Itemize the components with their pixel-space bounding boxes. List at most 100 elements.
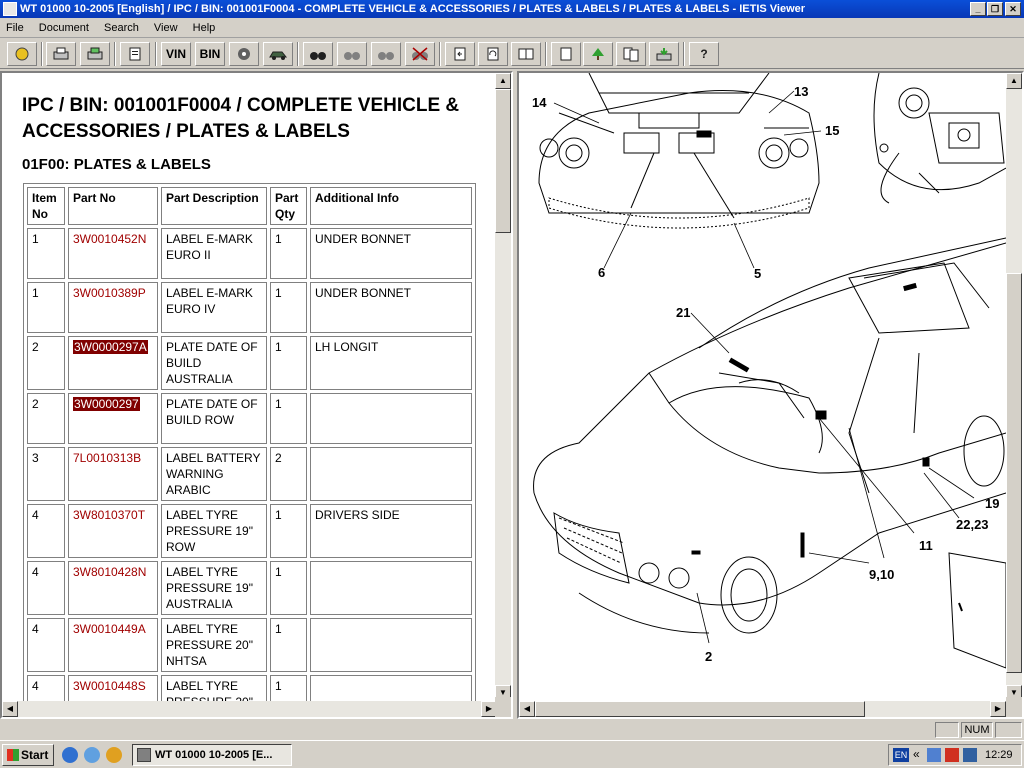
- search-previous-button[interactable]: [337, 42, 367, 66]
- additional-info-cell: [310, 393, 472, 444]
- app-icon: [3, 2, 17, 16]
- close-button[interactable]: ✕: [1005, 2, 1021, 16]
- undo-button[interactable]: [478, 42, 508, 66]
- binoculars-icon: [310, 52, 326, 60]
- part-no-link[interactable]: 7L0010313B: [73, 451, 141, 465]
- additional-info-cell: LH LONGIT: [310, 336, 472, 390]
- restore-button[interactable]: ❐: [987, 2, 1003, 16]
- part-qty-cell: 1: [270, 336, 307, 390]
- leader-lines: [553, 90, 975, 644]
- menu-search[interactable]: Search: [98, 18, 145, 38]
- illustration-vertical-scrollbar[interactable]: ▲ ▼: [1006, 73, 1022, 701]
- callout-label: 6: [598, 265, 606, 280]
- part-description-cell: LABEL TYRE PRESSURE 19" AUSTRALIA: [161, 561, 267, 615]
- additional-info-cell: [310, 561, 472, 615]
- vehicle-illustration[interactable]: [519, 73, 1006, 701]
- help-button[interactable]: ?: [689, 42, 719, 66]
- part-no-link[interactable]: 3W8010370T: [73, 508, 145, 522]
- page-button[interactable]: [551, 42, 581, 66]
- language-indicator[interactable]: EN: [893, 748, 909, 762]
- display-icon[interactable]: [963, 748, 977, 762]
- part-no-link[interactable]: 3W0010448S: [73, 679, 146, 693]
- table-header-row: Item No Part No Part Description Part Qt…: [27, 187, 472, 225]
- status-panel: [935, 722, 959, 738]
- parts-vertical-scrollbar[interactable]: ▲ ▼: [495, 73, 511, 701]
- windows-logo-icon: [7, 749, 19, 761]
- start-label: Start: [21, 748, 49, 762]
- clipboard-icon: [129, 47, 141, 61]
- part-no-link[interactable]: 3W8010428N: [73, 565, 146, 579]
- part-description-cell: LABEL E-MARK EURO IV: [161, 282, 267, 333]
- title-bar: WT 01000 10-2005 [English] / IPC / BIN: …: [0, 0, 1024, 18]
- part-description-cell: LABEL TYRE PRESSURE 19" ROW: [161, 504, 267, 558]
- search-next-button[interactable]: [371, 42, 401, 66]
- globe-icon: [15, 47, 29, 61]
- scroll-right-arrow-icon[interactable]: ▶: [990, 701, 1006, 717]
- print-preview-button[interactable]: [80, 42, 110, 66]
- back-button[interactable]: [445, 42, 475, 66]
- callout-label: 14: [532, 95, 547, 110]
- tree-button[interactable]: [583, 42, 613, 66]
- scroll-left-arrow-icon[interactable]: ◀: [519, 701, 535, 717]
- minimize-button[interactable]: _: [970, 2, 986, 16]
- scroll-left-arrow-icon[interactable]: ◀: [2, 701, 18, 717]
- app-icon: [137, 748, 151, 762]
- menu-help[interactable]: Help: [187, 18, 222, 38]
- table-row[interactable]: 1 3W0010452N LABEL E-MARK EURO II 1 UNDER BO…: [27, 228, 472, 279]
- menu-view[interactable]: View: [148, 18, 184, 38]
- illustration-pane: 14 13 15 6 5 21 11 19 22,23 9,10 2 ▲ ▼ ◀…: [517, 71, 1024, 719]
- scroll-up-arrow-icon[interactable]: ▲: [495, 73, 511, 89]
- table-row[interactable]: 4 3W0010449A LABEL TYRE PRESSURE 20" NHTSA…: [27, 618, 472, 672]
- bin-button[interactable]: BIN: [195, 42, 225, 66]
- table-row[interactable]: 4 3W8010370T LABEL TYRE PRESSURE 19" ROW 1 D…: [27, 504, 472, 558]
- additional-info-cell: [310, 618, 472, 672]
- table-row[interactable]: 1 3W0010389P LABEL E-MARK EURO IV 1 UNDER BO…: [27, 282, 472, 333]
- printer-icon: [87, 47, 103, 60]
- part-qty-cell: 1: [270, 393, 307, 444]
- book-button[interactable]: [511, 42, 541, 66]
- internet-explorer-icon[interactable]: [62, 747, 78, 763]
- table-row[interactable]: 3 7L0010313B LABEL BATTERY WARNING ARABIC 2: [27, 447, 472, 501]
- start-button[interactable]: Start: [2, 744, 54, 766]
- scroll-thumb[interactable]: [535, 701, 865, 717]
- table-row[interactable]: 2 3W0000297A PLATE DATE OF BUILD AUSTRALIA…: [27, 336, 472, 390]
- column-header: Item No: [27, 187, 65, 225]
- scroll-up-arrow-icon[interactable]: ▲: [1006, 73, 1022, 89]
- illustration-horizontal-scrollbar[interactable]: ◀ ▶: [519, 701, 1006, 717]
- print-button[interactable]: [46, 42, 76, 66]
- tray-expand-icon[interactable]: «: [913, 747, 920, 761]
- properties-button[interactable]: [120, 42, 150, 66]
- menu-file[interactable]: File: [0, 18, 30, 38]
- network-icon[interactable]: [927, 748, 941, 762]
- parts-horizontal-scrollbar[interactable]: ◀ ▶: [2, 701, 497, 717]
- table-row[interactable]: 4 3W0010448S LABEL TYRE PRESSURE 20" ROW1: [27, 675, 472, 701]
- table-row[interactable]: 2 3W0000297 PLATE DATE OF BUILD ROW 1: [27, 393, 472, 444]
- table-row[interactable]: 4 3W8010428N LABEL TYRE PRESSURE 19" AUSTR…: [27, 561, 472, 615]
- column-header: Part Description: [161, 187, 267, 225]
- pages-button[interactable]: [616, 42, 646, 66]
- settings-button[interactable]: [229, 42, 259, 66]
- media-player-icon[interactable]: [106, 747, 122, 763]
- explorer-icon[interactable]: [84, 747, 100, 763]
- export-button[interactable]: [649, 42, 679, 66]
- part-no-link[interactable]: 3W0000297: [73, 397, 140, 411]
- item-no-cell: 1: [27, 228, 65, 279]
- menu-document[interactable]: Document: [33, 18, 95, 38]
- column-header: Part Qty: [270, 187, 307, 225]
- part-no-link[interactable]: 3W0010452N: [73, 232, 146, 246]
- window-title: WT 01000 10-2005 [English] / IPC / BIN: …: [20, 3, 806, 15]
- part-no-link[interactable]: 3W0010449A: [73, 622, 146, 636]
- home-button[interactable]: [7, 42, 37, 66]
- security-icon[interactable]: [945, 748, 959, 762]
- part-no-link[interactable]: 3W0000297A: [73, 340, 148, 354]
- taskbar-window-button[interactable]: WT 01000 10-2005 [E...: [132, 744, 292, 766]
- search-clear-button[interactable]: [405, 42, 435, 66]
- binoculars-cross-icon: [412, 47, 428, 61]
- vehicle-button[interactable]: [263, 42, 293, 66]
- scroll-thumb[interactable]: [495, 89, 511, 233]
- part-no-link[interactable]: 3W0010389P: [73, 286, 146, 300]
- scroll-thumb[interactable]: [1006, 273, 1022, 673]
- clock[interactable]: 12:29: [985, 748, 1013, 762]
- search-button[interactable]: [303, 42, 333, 66]
- vin-button[interactable]: VIN: [161, 42, 191, 66]
